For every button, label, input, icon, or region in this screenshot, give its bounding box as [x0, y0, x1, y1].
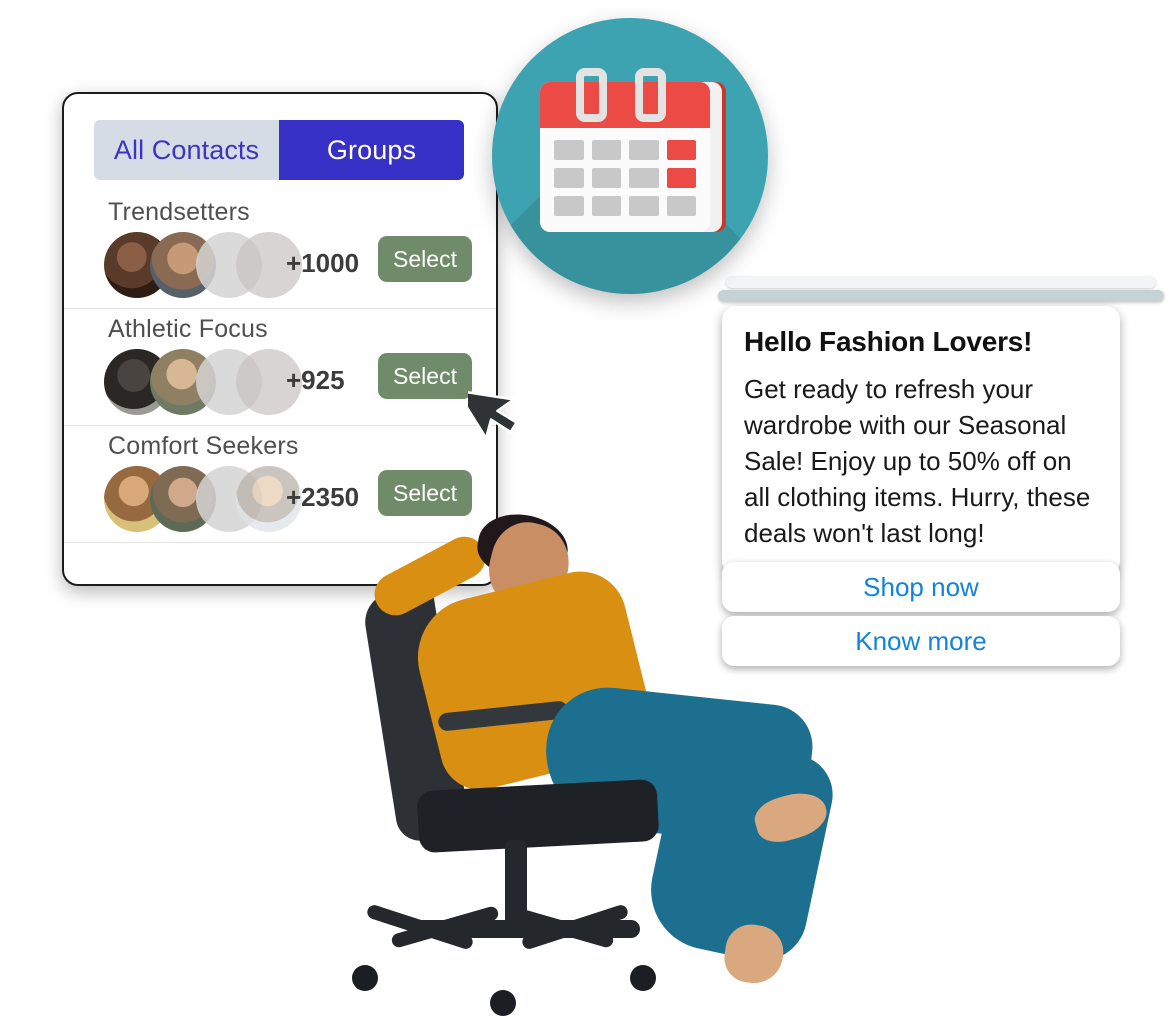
- calendar-cell: [591, 140, 621, 160]
- chair-seat: [416, 778, 660, 854]
- stacked-card-edge: [726, 276, 1156, 288]
- message-body: Get ready to refresh your wardrobe with …: [744, 374, 1091, 548]
- select-button[interactable]: Select: [378, 236, 472, 282]
- chair-base: [410, 920, 640, 938]
- calendar-cell: [591, 168, 621, 188]
- calendar-front-page: [540, 82, 710, 232]
- calendar-cell: [666, 196, 696, 216]
- group-count: +925: [286, 365, 345, 395]
- tab-groups-label: Groups: [326, 134, 417, 165]
- shop-now-button[interactable]: Shop now: [722, 562, 1120, 612]
- group-name: Trendsetters: [108, 198, 250, 226]
- calendar-cell: [629, 168, 659, 188]
- contacts-tabbar: All Contacts Groups: [94, 120, 464, 180]
- calendar-icon: [492, 18, 768, 294]
- message-bubble: Hello Fashion Lovers! Get ready to refre…: [722, 306, 1120, 576]
- list-item[interactable]: Athletic Focus +925 Select: [64, 308, 496, 425]
- calendar-header: [540, 82, 710, 128]
- group-count: +1000: [286, 248, 360, 278]
- calendar-cell-highlight: [666, 140, 696, 160]
- tab-groups[interactable]: Groups: [279, 120, 464, 180]
- calendar-badge: [492, 18, 768, 294]
- tab-all-contacts-label: All Contacts: [113, 134, 260, 165]
- group-name: Comfort Seekers: [108, 432, 299, 460]
- calendar-ring-icon: [576, 68, 607, 122]
- calendar-cell: [554, 196, 584, 216]
- calendar-cell-highlight: [666, 168, 696, 188]
- chair-caster: [490, 990, 516, 1016]
- scene: All Contacts Groups Trendsetters +1000 S…: [0, 0, 1170, 1016]
- calendar-ring-icon: [635, 68, 666, 122]
- list-item[interactable]: Trendsetters +1000 Select: [64, 192, 496, 308]
- message-title: Hello Fashion Lovers!: [744, 326, 1033, 357]
- tab-all-contacts[interactable]: All Contacts: [94, 120, 279, 180]
- group-list: Trendsetters +1000 Select Athletic Focus: [64, 192, 496, 543]
- mouse-pointer-icon: [455, 372, 524, 447]
- calendar-cell: [591, 196, 621, 216]
- know-more-label: Know more: [855, 625, 987, 656]
- group-name: Athletic Focus: [108, 315, 268, 343]
- calendar-cell: [554, 140, 584, 160]
- select-button[interactable]: Select: [378, 353, 472, 399]
- calendar-body: [540, 68, 726, 232]
- chair-caster: [352, 965, 378, 991]
- stacked-card-edge: [718, 290, 1164, 302]
- shop-now-label: Shop now: [863, 571, 979, 602]
- calendar-cell: [629, 140, 659, 160]
- chair-caster: [630, 965, 656, 991]
- know-more-button[interactable]: Know more: [722, 616, 1120, 666]
- calendar-grid: [554, 140, 696, 216]
- calendar-cell: [629, 196, 659, 216]
- calendar-cell: [554, 168, 584, 188]
